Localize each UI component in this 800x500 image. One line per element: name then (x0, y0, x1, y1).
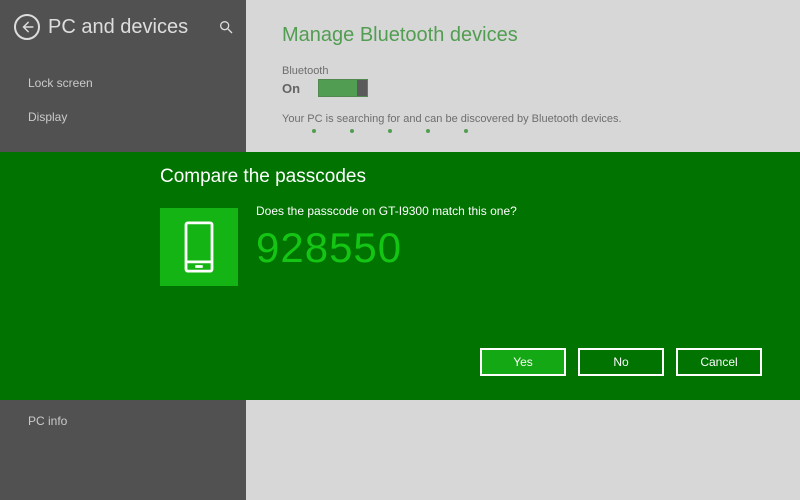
device-tile (160, 208, 238, 286)
dialog-prompt: Does the passcode on GT-I9300 match this… (256, 204, 517, 218)
button-label: Cancel (700, 355, 737, 369)
button-label: Yes (513, 355, 533, 369)
cancel-button[interactable]: Cancel (676, 348, 762, 376)
dialog-buttons: Yes No Cancel (480, 348, 762, 376)
button-label: No (613, 355, 628, 369)
yes-button[interactable]: Yes (480, 348, 566, 376)
no-button[interactable]: No (578, 348, 664, 376)
dialog-title: Compare the passcodes (160, 166, 800, 188)
dialog-body: Does the passcode on GT-I9300 match this… (0, 202, 800, 286)
phone-icon (177, 221, 221, 273)
dialog-content: Does the passcode on GT-I9300 match this… (256, 202, 517, 286)
passcode-value: 928550 (256, 224, 517, 272)
passcode-dialog: Compare the passcodes Does the passcode … (0, 152, 800, 400)
